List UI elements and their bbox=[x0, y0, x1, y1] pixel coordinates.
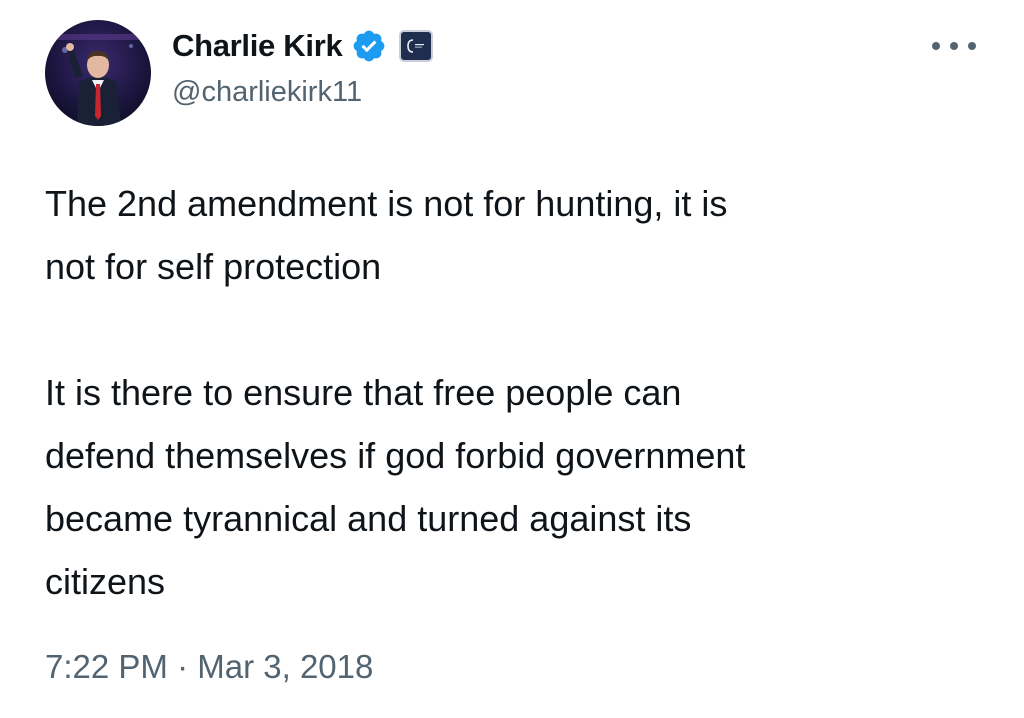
timestamp-separator: · bbox=[177, 648, 189, 685]
avatar[interactable] bbox=[45, 20, 151, 126]
tweet-paragraph: The 2nd amendment is not for hunting, it… bbox=[45, 183, 728, 287]
user-handle[interactable]: @charliekirk11 bbox=[172, 76, 934, 109]
more-dot bbox=[950, 42, 958, 50]
tweet-body: The 2nd amendment is not for hunting, it… bbox=[45, 172, 985, 613]
tweet-paragraph: It is there to ensure that free people c… bbox=[45, 372, 746, 602]
tweet-card: Charlie Kirk @charliekirk11 The 2nd amen… bbox=[0, 0, 1024, 718]
more-dot bbox=[968, 42, 976, 50]
verified-badge-icon[interactable] bbox=[351, 28, 387, 64]
avatar-image bbox=[45, 20, 151, 126]
tweet-date: Mar 3, 2018 bbox=[197, 648, 374, 685]
name-row: Charlie Kirk bbox=[172, 22, 934, 70]
tweet-time: 7:22 PM bbox=[45, 648, 168, 685]
display-name[interactable]: Charlie Kirk bbox=[172, 28, 343, 64]
affiliate-badge-icon[interactable] bbox=[399, 30, 434, 62]
more-dot bbox=[932, 42, 940, 50]
tweet-timestamp[interactable]: 7:22 PM · Mar 3, 2018 bbox=[45, 648, 373, 686]
tweet-header: Charlie Kirk @charliekirk11 bbox=[172, 22, 934, 109]
more-options-icon[interactable] bbox=[932, 36, 976, 56]
